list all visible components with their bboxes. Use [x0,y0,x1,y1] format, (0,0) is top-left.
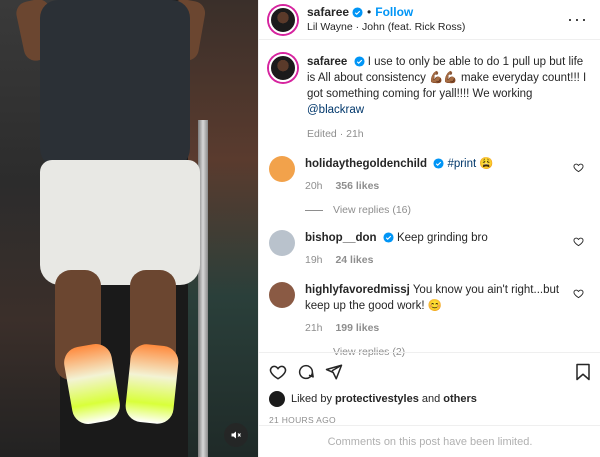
comment-likes[interactable]: 356 likes [335,180,379,192]
author-username[interactable]: safaree [307,5,349,19]
comment-emoji: 😩 [479,158,494,170]
view-replies-label: View replies (16) [333,204,412,216]
view-replies-button[interactable]: View replies (16) [305,204,590,216]
comment-meta: 20h 356 likes [305,178,568,194]
comment-time[interactable]: 20h [305,180,323,192]
comment-time[interactable]: 19h [305,254,323,266]
comment-item: highlyfavoredmissj You know you ain't ri… [269,282,590,336]
comment-item: bishop__don Keep grinding bro 19h 24 lik… [269,230,590,268]
caption-body: safaree I use to only be able to do 1 pu… [307,54,590,142]
comments-section: safaree I use to only be able to do 1 pu… [259,40,600,358]
person-shoe-right [124,342,180,426]
caption-mention-link[interactable]: @blackraw [307,104,364,116]
action-icon-row [269,359,591,385]
comment-text: Keep grinding bro [396,232,488,244]
commenter-username[interactable]: bishop__don [305,232,377,244]
commenter-username[interactable]: highlyfavoredmissj [305,284,410,296]
caption-username[interactable]: safaree [307,56,347,68]
comment-likes[interactable]: 199 likes [335,322,379,334]
liker-avatar[interactable] [269,391,285,407]
post-actions: Liked by protectivestyles and others 21 … [259,352,600,425]
audio-track[interactable]: Lil Wayne · John (feat. Rick Ross) [307,20,567,35]
comment-item: holidaythegoldenchild #print 😩 20h 356 l… [269,156,590,194]
verified-badge-icon [352,6,363,18]
comment-hashtag-link[interactable]: #print [447,158,476,170]
verified-badge-icon [353,56,365,67]
author-info: safaree • Follow Lil Wayne · John (feat. R… [307,5,567,35]
verified-badge-icon [433,158,444,169]
person-shirt [40,0,190,170]
post-time-ago[interactable]: 21 HOURS AGO [269,415,591,425]
commenter-avatar[interactable] [269,156,295,182]
post-header: safaree • Follow Lil Wayne · John (feat. R… [259,0,600,40]
comment-body: holidaythegoldenchild #print 😩 20h 356 l… [305,156,590,194]
comment-emoji: 😊 [427,300,443,312]
comment-meta: 21h 199 likes [305,320,568,336]
caption-meta: Edited · 21h [307,128,364,140]
bookmark-icon[interactable] [575,363,591,381]
comment-likes[interactable]: 24 likes [335,254,373,266]
comment-meta: 19h 24 likes [305,252,568,268]
comment-time[interactable]: 21h [305,322,323,334]
person-shoe-left [61,341,123,427]
liked-by-and: and [421,393,441,405]
post-sidebar: safaree • Follow Lil Wayne · John (feat. R… [258,0,600,457]
more-options-button[interactable]: ··· [567,9,588,30]
liked-by-prefix: Liked by [291,393,332,405]
author-avatar[interactable] [269,5,297,34]
comments-limited-notice: Comments on this post have been limited. [259,425,600,457]
follow-button[interactable]: Follow [375,5,413,19]
comment-body: bishop__don Keep grinding bro 19h 24 lik… [305,230,590,268]
post-video[interactable] [0,0,258,457]
commenter-avatar[interactable] [269,230,295,256]
verified-badge-icon [383,232,394,243]
heart-icon[interactable] [269,363,287,381]
caption: safaree I use to only be able to do 1 pu… [269,54,590,142]
mute-button[interactable] [224,423,248,447]
paper-plane-icon[interactable] [325,363,343,381]
comment-body: highlyfavoredmissj You know you ain't ri… [305,282,590,336]
liked-by-others[interactable]: others [443,393,477,405]
comment-like-heart-icon[interactable] [573,162,584,173]
liked-by: Liked by protectivestyles and others [269,391,591,407]
comment-like-heart-icon[interactable] [573,236,584,247]
caption-emoji: 💪🏾💪🏾 [429,72,458,84]
replies-divider-line [305,209,323,211]
comment-like-heart-icon[interactable] [573,288,584,299]
speaker-muted-icon [231,431,241,439]
person-shorts [40,160,200,285]
commenter-username[interactable]: holidaythegoldenchild [305,158,427,170]
instagram-post-view: safaree • Follow Lil Wayne · John (feat. R… [0,0,600,457]
comment-icon[interactable] [297,363,315,381]
commenter-avatar[interactable] [269,282,295,308]
caption-author-avatar[interactable] [269,54,297,82]
header-separator: • [367,4,372,19]
liked-by-user[interactable]: protectivestyles [335,393,419,405]
